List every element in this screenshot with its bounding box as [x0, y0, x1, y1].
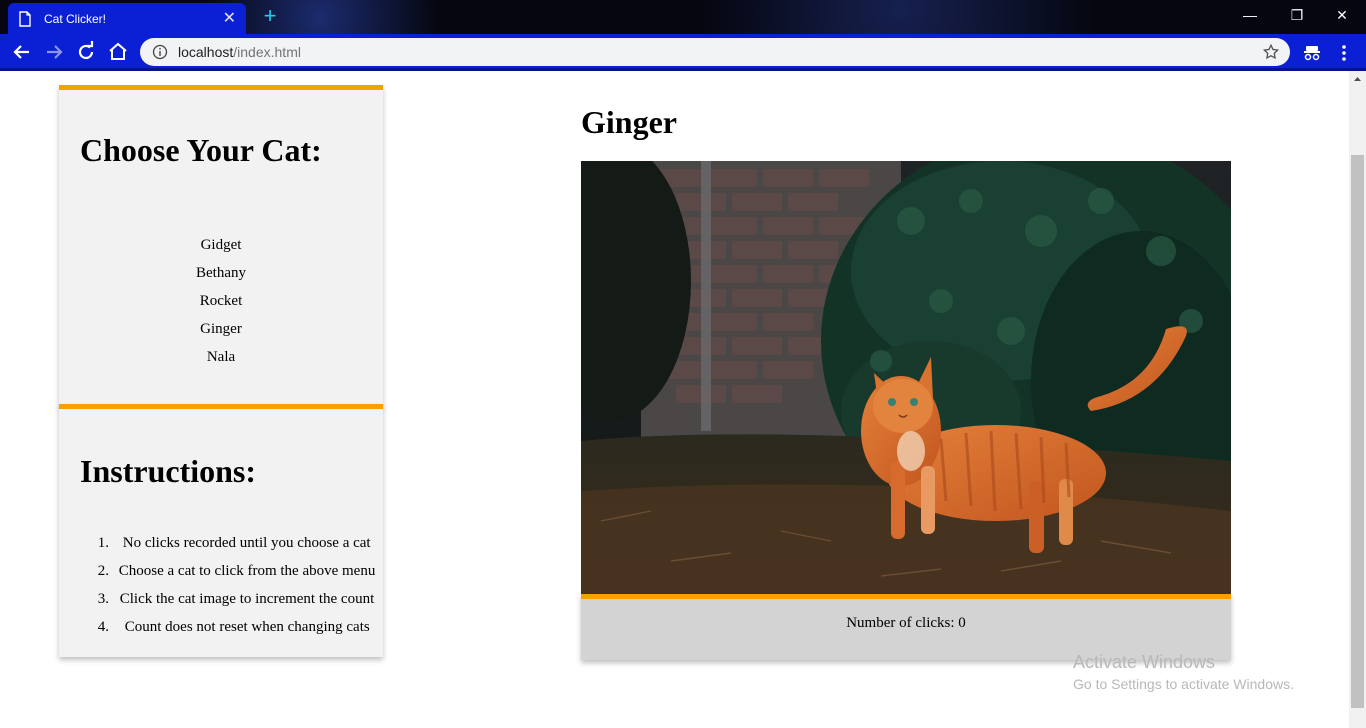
scrollbar-thumb[interactable]	[1351, 155, 1364, 708]
instruction-text: No clicks recorded until you choose a ca…	[122, 535, 371, 551]
tab-title: Cat Clicker!	[44, 11, 107, 26]
cat-item-bethany[interactable]: Bethany	[59, 264, 383, 292]
url-host: localhost	[178, 44, 234, 60]
instruction-number: 2.	[97, 563, 109, 579]
cat-list: Gidget Bethany Rocket Ginger Nala	[59, 236, 383, 376]
close-tab-icon[interactable]: ✕	[223, 10, 236, 27]
new-tab-icon[interactable]: +	[258, 4, 282, 28]
cat-image[interactable]	[581, 161, 1231, 595]
cat-item-gidget[interactable]: Gidget	[59, 236, 383, 264]
browser-toolbar: localhost/index.html	[0, 34, 1366, 71]
watermark-subtitle: Go to Settings to activate Windows.	[1073, 676, 1294, 692]
scroll-up-arrow-icon[interactable]	[1349, 71, 1366, 87]
incognito-extension-icon[interactable]	[1302, 43, 1322, 63]
instructions-heading: Instructions:	[80, 453, 257, 489]
home-icon[interactable]	[106, 40, 130, 64]
instruction-number: 1.	[97, 535, 109, 551]
click-counter-panel: Number of clicks: 0	[581, 594, 1231, 660]
bookmark-star-icon[interactable]	[1262, 43, 1280, 61]
reload-icon[interactable]	[74, 40, 98, 64]
instruction-item: 1. No clicks recorded until you choose a…	[83, 534, 375, 562]
restore-icon[interactable]: ❐	[1277, 4, 1317, 26]
cat-item-nala[interactable]: Nala	[59, 348, 383, 376]
cat-item-rocket[interactable]: Rocket	[59, 292, 383, 320]
minimize-icon[interactable]: —	[1230, 4, 1270, 26]
choose-cat-panel: Choose Your Cat: Gidget Bethany Rocket G…	[59, 85, 383, 407]
activate-windows-watermark: Activate Windows Go to Settings to activ…	[1073, 652, 1294, 692]
instruction-item: 2. Choose a cat to click from the above …	[83, 562, 376, 590]
cat-item-ginger[interactable]: Ginger	[59, 320, 383, 348]
kebab-menu-icon[interactable]	[1334, 43, 1354, 63]
browser-titlebar: Cat Clicker! ✕ + — ❐ ✕	[0, 0, 1366, 34]
info-icon[interactable]	[152, 44, 168, 60]
instructions-list: 1. No clicks recorded until you choose a…	[83, 534, 376, 646]
instruction-item: 4. Count does not reset when changing ca…	[83, 618, 375, 646]
instruction-number: 3.	[97, 591, 109, 607]
instruction-text: Click the cat image to increment the cou…	[119, 591, 375, 607]
address-bar[interactable]: localhost/index.html	[140, 38, 1290, 66]
instructions-panel: Instructions: 1. No clicks recorded unti…	[59, 404, 383, 657]
browser-tab[interactable]: Cat Clicker! ✕	[8, 3, 246, 34]
back-icon[interactable]	[10, 40, 34, 64]
close-window-icon[interactable]: ✕	[1322, 4, 1362, 26]
forward-icon[interactable]	[42, 40, 66, 64]
instruction-text: Count does not reset when changing cats	[124, 619, 370, 635]
click-count-text: Number of clicks: 0	[846, 615, 966, 631]
page-scrollbar[interactable]	[1349, 71, 1366, 728]
choose-cat-heading: Choose Your Cat:	[80, 132, 322, 168]
page-icon	[19, 10, 31, 27]
selected-cat-name: Ginger	[581, 104, 677, 140]
url-path: /index.html	[233, 44, 301, 60]
cat-photo-illustration[interactable]	[581, 161, 1231, 595]
watermark-title: Activate Windows	[1073, 652, 1216, 672]
instruction-item: 3. Click the cat image to increment the …	[83, 590, 375, 618]
instruction-number: 4.	[97, 619, 109, 635]
instruction-text: Choose a cat to click from the above men…	[118, 563, 376, 579]
